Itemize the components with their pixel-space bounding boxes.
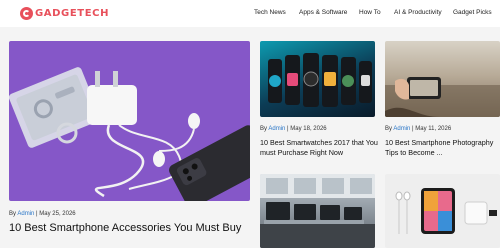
- gadgets-illustration: [395, 188, 497, 234]
- post-date: May 11, 2026: [415, 126, 452, 132]
- post-meta-1: By Admin | May 18, 2026: [260, 126, 327, 132]
- featured-post-title[interactable]: 10 Best Smartphone Accessories You Must …: [9, 221, 249, 235]
- post-image-gadgets[interactable]: [385, 174, 500, 248]
- site-header: GADGETECH Tech News Apps & Software How …: [0, 0, 500, 27]
- post-image-laptops[interactable]: [260, 174, 375, 248]
- gadgetech-logo-icon: [20, 6, 33, 20]
- author-link[interactable]: Admin: [393, 126, 410, 132]
- featured-post-meta: By Admin | May 25, 2026: [9, 211, 76, 217]
- smartwatches-illustration: [268, 53, 372, 107]
- post-date: May 18, 2026: [290, 126, 327, 132]
- nav-gadget-picks[interactable]: Gadget Picks: [453, 9, 492, 16]
- nav-apps-software[interactable]: Apps & Software: [299, 9, 347, 16]
- post-meta-2: By Admin | May 11, 2026: [385, 126, 452, 132]
- post-title-2[interactable]: 10 Best Smartphone Photography Tips to B…: [385, 138, 500, 158]
- featured-post-image[interactable]: [9, 41, 250, 201]
- author-link[interactable]: Admin: [17, 211, 34, 217]
- nav-tech-news[interactable]: Tech News: [254, 9, 286, 16]
- post-image-photography[interactable]: [385, 41, 500, 117]
- laptops-illustration: [260, 174, 375, 248]
- nav-how-to[interactable]: How To: [359, 9, 381, 16]
- post-image-smartwatches[interactable]: [260, 41, 375, 117]
- post-date: May 25, 2026: [39, 211, 76, 217]
- photography-illustration: [385, 77, 500, 117]
- author-link[interactable]: Admin: [268, 126, 285, 132]
- site-logo[interactable]: GADGETECH: [20, 6, 109, 20]
- post-title-1[interactable]: 10 Best Smartwatches 2017 that You must …: [260, 138, 378, 158]
- nav-ai-productivity[interactable]: AI & Productivity: [394, 9, 442, 16]
- accessories-illustration: [9, 67, 250, 201]
- logo-text: GADGETECH: [35, 7, 110, 19]
